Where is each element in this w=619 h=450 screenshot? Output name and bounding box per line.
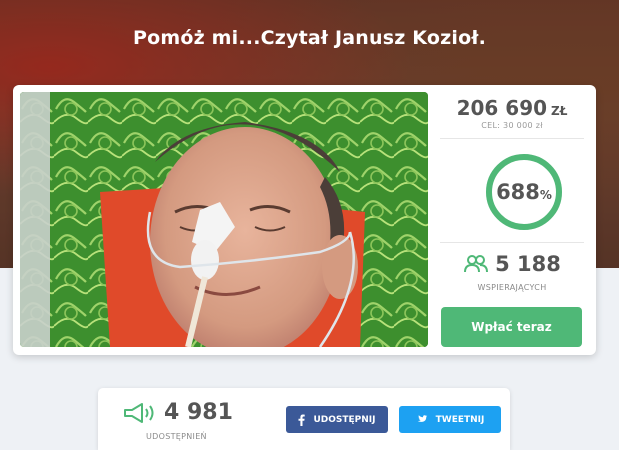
supporters-value: 5 188 (495, 252, 561, 276)
supporters-label: WSPIERAJĄCYCH (477, 283, 547, 292)
campaign-card: 206 690 ZŁ CEL: 30 000 zł 688% 5 188 WSP… (13, 85, 596, 355)
donate-button[interactable]: Wpłać teraz (441, 307, 582, 347)
facebook-button-label: UDOSTĘPNIJ (313, 414, 376, 425)
share-count: 4 981 (122, 400, 233, 425)
divider (440, 242, 584, 243)
twitter-button-label: TWEETNIJ (435, 414, 485, 425)
campaign-photo (20, 92, 428, 347)
share-counter: 4 981 UDOSTĘPNIEŃ (98, 388, 270, 450)
megaphone-icon (122, 401, 158, 425)
percent-sign: % (539, 188, 552, 202)
goal-label: CEL: 30 000 zł (481, 121, 543, 130)
supporters-count: 5 188 (428, 252, 596, 276)
share-count-value: 4 981 (164, 400, 233, 425)
share-bar: 4 981 UDOSTĘPNIEŃ UDOSTĘPNIJ TWEETNIJ (98, 388, 510, 450)
divider (440, 138, 584, 139)
facebook-icon (298, 414, 306, 426)
share-count-label: UDOSTĘPNIEŃ (146, 432, 207, 441)
raised-amount: 206 690 ZŁ (428, 96, 596, 120)
currency-label: ZŁ (551, 104, 568, 118)
page-title: Pomóż mi...Czytał Janusz Kozioł. (132, 27, 487, 49)
campaign-stats: 206 690 ZŁ CEL: 30 000 zł 688% 5 188 WSP… (428, 85, 596, 355)
facebook-share-button[interactable]: UDOSTĘPNIJ (286, 406, 388, 433)
twitter-share-button[interactable]: TWEETNIJ (399, 406, 501, 433)
twitter-icon (416, 414, 428, 425)
percent-value: 688 (496, 180, 540, 204)
raised-value: 206 690 (456, 96, 548, 120)
progress-percent: 688% (484, 152, 564, 232)
supporters-icon (463, 254, 489, 274)
progress-ring: 688% (484, 152, 564, 232)
